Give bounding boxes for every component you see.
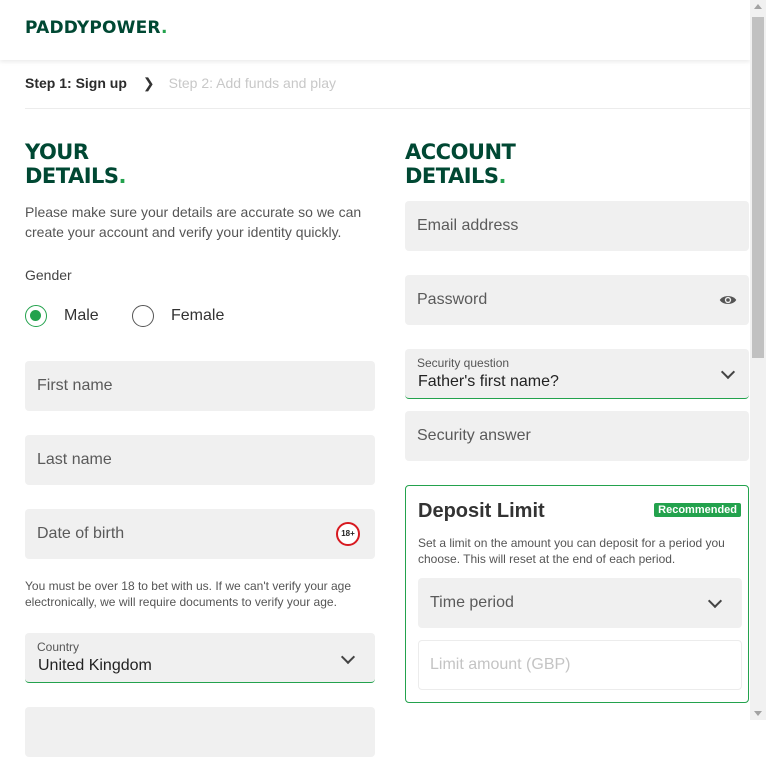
security-answer-input[interactable]: Security answer [405,411,749,461]
heading-line-2: DETAILS [25,164,119,188]
age-18-plus-icon: 18+ [336,522,360,546]
date-of-birth-input[interactable]: Date of birth 18+ [25,509,375,559]
security-question-select[interactable]: Security question Father's first name? [405,349,749,399]
radio-circle[interactable] [132,305,154,327]
limit-amount-placeholder: Limit amount (GBP) [430,656,571,673]
heading-dot: . [498,164,507,188]
chevron-down-icon [340,649,356,665]
deposit-limit-title: Deposit Limit [418,500,545,522]
email-input[interactable]: Email address [405,201,749,251]
scroll-down-arrow-icon[interactable] [754,711,762,716]
vertical-scrollbar[interactable] [750,0,766,720]
intro-text: Please make sure your details are accura… [25,204,362,240]
chevron-right-icon: ❯ [142,74,155,91]
heading-dot: . [118,164,127,188]
signup-steps: Step 1: Sign up ❯ Step 2: Add funds and … [25,74,336,92]
heading-line-1: ACCOUNT [405,140,516,164]
step-2-label: Step 2: Add funds and play [168,75,336,91]
limit-amount-input[interactable]: Limit amount (GBP) [418,640,742,690]
scroll-up-arrow-icon[interactable] [754,4,762,9]
security-question-label: Security question [417,356,510,370]
first-name-placeholder: First name [37,377,113,394]
chevron-down-icon [707,593,723,609]
last-name-input[interactable]: Last name [25,435,375,485]
last-name-placeholder: Last name [37,451,112,468]
gender-radio-female[interactable]: Female [132,305,224,327]
chevron-down-icon [720,364,736,380]
eye-icon[interactable] [719,292,737,308]
time-period-select[interactable]: Time period [418,578,742,628]
gender-option-label: Male [64,307,99,324]
country-label: Country [37,640,80,654]
logo-text: PADDYPOWER [25,18,162,38]
country-value: United Kingdom [38,657,152,674]
first-name-input[interactable]: First name [25,361,375,411]
heading-line-1: YOUR [25,140,89,164]
security-question-value: Father's first name? [418,373,559,390]
time-period-placeholder: Time period [430,594,514,611]
email-placeholder: Email address [417,217,519,234]
password-placeholder: Password [417,291,488,308]
account-details-heading: ACCOUNT DETAILS. [405,140,516,188]
date-of-birth-placeholder: Date of birth [37,525,125,542]
next-input-partial[interactable] [25,707,375,757]
gender-option-label: Female [171,307,225,324]
heading-line-2: DETAILS [405,164,499,188]
paddypower-logo[interactable]: PADDYPOWER. [25,18,168,38]
gender-label: Gender [25,267,72,283]
country-select[interactable]: Country United Kingdom [25,633,375,683]
password-input[interactable]: Password [405,275,749,325]
logo-dot: . [161,18,168,38]
deposit-limit-panel: Deposit Limit Recommended Set a limit on… [405,485,749,703]
step-1-label: Step 1: Sign up [25,75,127,91]
deposit-limit-description: Set a limit on the amount you can deposi… [418,536,725,566]
divider [25,108,750,109]
security-answer-placeholder: Security answer [417,427,531,444]
scrollbar-thumb[interactable] [752,17,764,358]
recommended-badge: Recommended [654,503,741,517]
site-header: PADDYPOWER. [0,0,750,60]
radio-circle-selected[interactable] [25,305,47,327]
gender-radio-male[interactable]: Male [25,305,99,327]
your-details-heading: YOUR DETAILS. [25,140,127,188]
age-note: You must be over 18 to bet with us. If w… [25,579,352,609]
